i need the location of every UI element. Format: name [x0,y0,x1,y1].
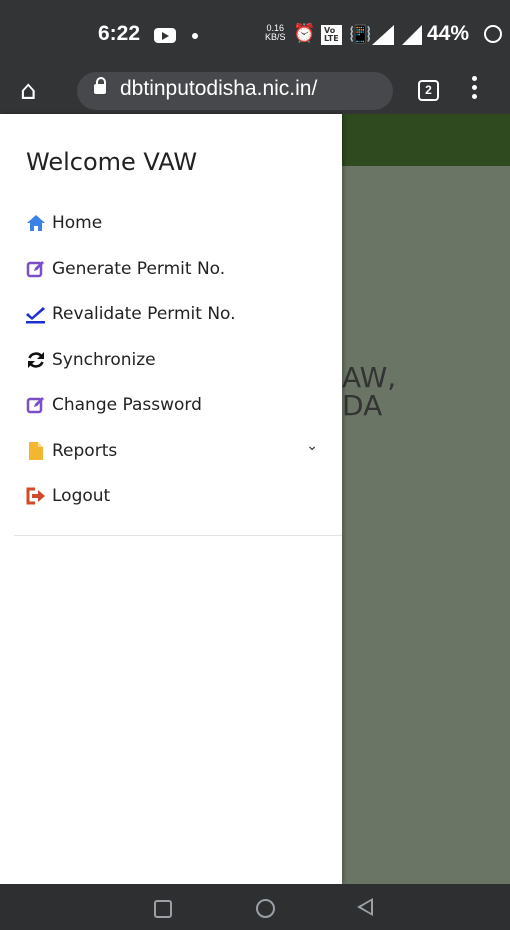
lock-icon[interactable] [94,77,106,94]
back-icon[interactable] [357,898,373,916]
home-button-icon[interactable]: ⌂ [20,76,37,106]
drawer-menu: Home Generate Permit No. Revalidate Perm… [26,212,332,531]
youtube-notification-icon [154,28,176,43]
status-bar: 6:22 0.16 KB/S ⏰ Vo LTE 📳 44% [0,0,510,68]
status-time: 6:22 [98,22,141,45]
menu-item-home[interactable]: Home [26,212,332,258]
vibrate-icon: 📳 [349,24,372,45]
signal-4g-icon [372,25,394,45]
recent-apps-icon[interactable] [154,900,172,918]
alarm-icon: ⏰ [293,23,316,44]
menu-item-label: Synchronize [52,349,156,370]
signal-icon [402,25,422,45]
edit-icon [26,259,46,279]
menu-item-generate-permit[interactable]: Generate Permit No. [26,258,332,304]
system-nav-bar [0,884,510,930]
check-icon [26,304,46,324]
file-icon [26,441,46,461]
drawer-divider [14,535,342,536]
menu-item-label: Generate Permit No. [52,258,226,279]
menu-item-label: Home [52,213,103,233]
menu-item-reports[interactable]: Reports ⌄ [26,438,332,486]
menu-item-label: Revalidate Permit No. [52,304,236,324]
menu-item-label: Logout [52,486,111,506]
logout-icon [26,486,46,506]
page-header-bar [342,114,510,166]
menu-item-revalidate-permit[interactable]: Revalidate Permit No. [26,303,332,349]
network-speed: 0.16 KB/S [265,23,286,42]
tab-switcher-button[interactable]: 2 [418,80,439,101]
sync-icon [26,350,46,370]
more-notifications-dot-icon [192,33,198,39]
page-background-text: AW, DA [342,364,397,420]
navigation-drawer: Welcome VAW Home Generate Permit No. Rev… [0,114,342,884]
menu-item-label: Change Password [52,395,202,415]
menu-item-change-password[interactable]: Change Password [26,394,332,440]
chevron-down-icon[interactable]: ⌄ [306,438,318,454]
welcome-title: Welcome VAW [26,148,198,176]
edit-icon [26,395,46,415]
menu-item-logout[interactable]: Logout [26,485,332,531]
battery-icon [484,25,502,43]
home-icon [26,213,46,233]
home-nav-icon[interactable] [256,899,275,918]
browser-toolbar: ⌂ dbtinputodisha.nic.in/ 2 [0,68,510,114]
browser-menu-icon[interactable] [472,76,478,103]
url-text[interactable]: dbtinputodisha.nic.in/ [120,77,382,101]
volte-icon: Vo LTE [321,25,342,45]
menu-item-label: Reports [52,440,118,461]
battery-percent: 44% [427,22,470,45]
menu-item-synchronize[interactable]: Synchronize [26,349,332,395]
